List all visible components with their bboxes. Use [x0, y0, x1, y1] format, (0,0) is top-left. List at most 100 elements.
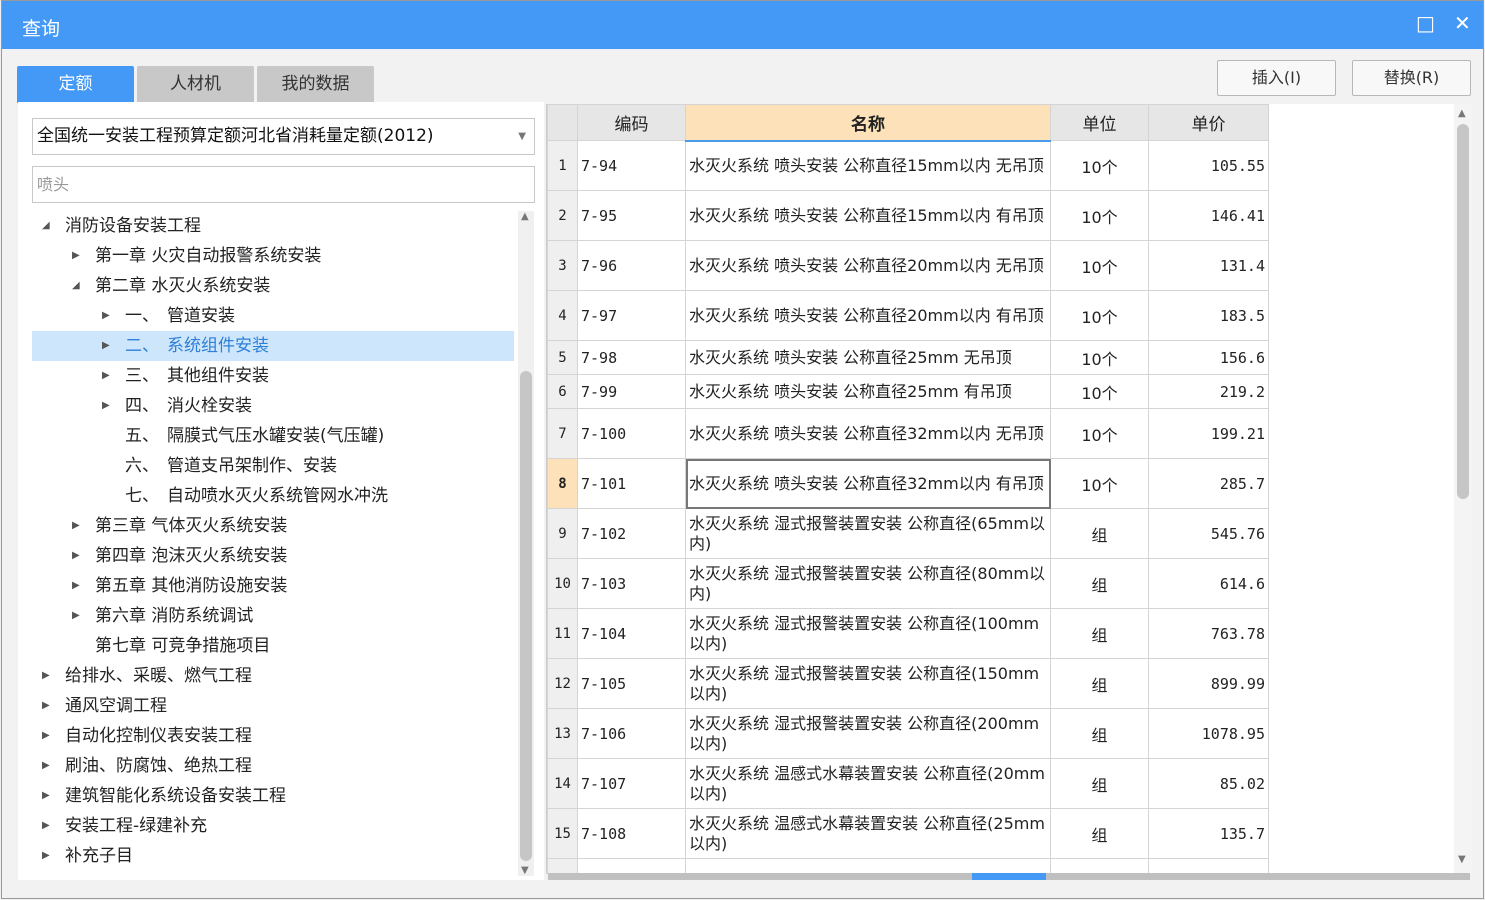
expand-arrow-icon[interactable]: ▶: [42, 751, 50, 781]
table-row[interactable]: 1 7-94 水灭火系统 喷头安装 公称直径15mm以内 无吊顶 10个 105.55: [547, 140, 1269, 191]
close-icon[interactable]: ✕: [1454, 11, 1471, 35]
row-number[interactable]: 4: [547, 290, 578, 341]
scroll-down-icon[interactable]: ▼: [521, 865, 529, 876]
cell-unit[interactable]: 组: [1050, 758, 1149, 809]
expand-arrow-icon[interactable]: ▶: [42, 691, 50, 721]
table-row[interactable]: 7 7-100 水灭火系统 喷头安装 公称直径32mm以内 无吊顶 10个 199.21: [547, 408, 1269, 459]
table-row[interactable]: 3 7-96 水灭火系统 喷头安装 公称直径20mm以内 无吊顶 10个 131.4: [547, 240, 1269, 291]
table-row[interactable]: 12 7-105 水灭火系统 湿式报警装置安装 公称直径(150mm以内) 组 899.…: [547, 658, 1269, 709]
cell-code[interactable]: 7-101: [577, 458, 686, 509]
tab-my-data[interactable]: 我的数据: [257, 66, 374, 103]
table-row[interactable]: 11 7-104 水灭火系统 湿式报警装置安装 公称直径(100mm以内) 组 763.…: [547, 608, 1269, 659]
table-row[interactable]: 水灭火系统 温感式水幕装置安装 公称直径组: [547, 858, 1269, 874]
tree-node[interactable]: ▶ 自动化控制仪表安装工程: [32, 721, 514, 751]
scroll-up-icon[interactable]: ▲: [521, 211, 529, 222]
tree-node[interactable]: ▶ 刷油、防腐蚀、绝热工程: [32, 751, 514, 781]
cell-unit[interactable]: 10个: [1050, 374, 1149, 409]
tree-node[interactable]: ▶ 三、 其他组件安装: [32, 361, 514, 391]
tree-node[interactable]: ▶ 二、 系统组件安装: [32, 331, 514, 361]
cell-code[interactable]: 7-104: [577, 608, 686, 659]
cell-code[interactable]: 7-97: [577, 290, 686, 341]
row-number[interactable]: 9: [547, 508, 578, 559]
cell-code[interactable]: 7-106: [577, 708, 686, 759]
cell-name[interactable]: 水灭火系统 喷头安装 公称直径15mm以内 有吊顶: [685, 190, 1051, 241]
cell-price[interactable]: 183.5: [1148, 290, 1269, 341]
cell-code[interactable]: 7-107: [577, 758, 686, 809]
row-number[interactable]: 8: [547, 458, 578, 509]
cell-name[interactable]: 水灭火系统 湿式报警装置安装 公称直径(200mm以内): [685, 708, 1051, 759]
cell-price[interactable]: 899.99: [1148, 658, 1269, 709]
tree-node[interactable]: 七、 自动喷水灭火系统管网水冲洗: [32, 481, 514, 511]
tree-node[interactable]: ▶ 第六章 消防系统调试: [32, 601, 514, 631]
expand-arrow-icon[interactable]: ▶: [42, 811, 50, 841]
row-number[interactable]: 1: [547, 140, 578, 191]
row-number[interactable]: 7: [547, 408, 578, 459]
tree-node[interactable]: ▶ 四、 消火栓安装: [32, 391, 514, 421]
expand-arrow-icon[interactable]: ▶: [102, 301, 110, 331]
cell-unit[interactable]: 组: [1050, 558, 1149, 609]
col-price[interactable]: 单价: [1148, 104, 1269, 141]
cell-unit[interactable]: 10个: [1050, 458, 1149, 509]
tree-node[interactable]: ▶ 安装工程-绿建补充: [32, 811, 514, 841]
cell-code[interactable]: 7-108: [577, 808, 686, 859]
cell-name[interactable]: 水灭火系统 温感式水幕装置安装 公称直径(25mm以内): [685, 808, 1051, 859]
cell-unit[interactable]: 10个: [1050, 290, 1149, 341]
scroll-up-icon[interactable]: ▲: [1458, 108, 1466, 119]
tree-scrollbar[interactable]: ▲ ▼: [518, 211, 534, 876]
row-number[interactable]: 11: [547, 608, 578, 659]
cell-price[interactable]: 135.7: [1148, 808, 1269, 859]
cell-code[interactable]: 7-105: [577, 658, 686, 709]
table-row[interactable]: 15 7-108 水灭火系统 温感式水幕装置安装 公称直径(25mm以内) 组 135.…: [547, 808, 1269, 859]
tree-node[interactable]: ▶ 第一章 火灾自动报警系统安装: [32, 241, 514, 271]
table-row[interactable]: 6 7-99 水灭火系统 喷头安装 公称直径25mm 有吊顶 10个 219.2: [547, 374, 1269, 409]
collapse-arrow-icon[interactable]: ◢: [72, 271, 80, 301]
table-row[interactable]: 10 7-103 水灭火系统 湿式报警装置安装 公称直径(80mm以内) 组 614.6: [547, 558, 1269, 609]
cell-unit[interactable]: 组: [1050, 858, 1149, 874]
cell-unit[interactable]: 10个: [1050, 240, 1149, 291]
cell-name[interactable]: 水灭火系统 喷头安装 公称直径20mm以内 有吊顶: [685, 290, 1051, 341]
cell-code[interactable]: 7-99: [577, 374, 686, 409]
tree-node[interactable]: ▶ 给排水、采暖、燃气工程: [32, 661, 514, 691]
cell-name[interactable]: 水灭火系统 湿式报警装置安装 公称直径(100mm以内): [685, 608, 1051, 659]
row-number[interactable]: 12: [547, 658, 578, 709]
table-row[interactable]: 13 7-106 水灭火系统 湿式报警装置安装 公称直径(200mm以内) 组 1078…: [547, 708, 1269, 759]
tree-node[interactable]: ▶ 补充子目: [32, 841, 514, 871]
table-row[interactable]: 9 7-102 水灭火系统 湿式报警装置安装 公称直径(65mm以内) 组 545.76: [547, 508, 1269, 559]
cell-price[interactable]: [1148, 858, 1269, 874]
cell-price[interactable]: 199.21: [1148, 408, 1269, 459]
cell-unit[interactable]: 组: [1050, 708, 1149, 759]
row-number[interactable]: 14: [547, 758, 578, 809]
cell-code[interactable]: 7-94: [577, 140, 686, 191]
cell-name[interactable]: 水灭火系统 喷头安装 公称直径20mm以内 无吊顶: [685, 240, 1051, 291]
tree-node[interactable]: 五、 隔膜式气压水罐安装(气压罐): [32, 421, 514, 451]
cell-price[interactable]: 545.76: [1148, 508, 1269, 559]
expand-arrow-icon[interactable]: ▶: [72, 241, 80, 271]
replace-button[interactable]: 替换(R): [1352, 60, 1471, 96]
expand-arrow-icon[interactable]: ▶: [42, 661, 50, 691]
tree-node[interactable]: ▶ 第三章 气体灭火系统安装: [32, 511, 514, 541]
expand-arrow-icon[interactable]: ▶: [42, 781, 50, 811]
cell-name[interactable]: 水灭火系统 喷头安装 公称直径25mm 无吊顶: [685, 340, 1051, 375]
expand-arrow-icon[interactable]: ▶: [102, 391, 110, 421]
table-row[interactable]: 8 7-101 水灭火系统 喷头安装 公称直径32mm以内 有吊顶 10个 285.7: [547, 458, 1269, 509]
cell-price[interactable]: 131.4: [1148, 240, 1269, 291]
table-row[interactable]: 2 7-95 水灭火系统 喷头安装 公称直径15mm以内 有吊顶 10个 146.41: [547, 190, 1269, 241]
col-name[interactable]: 名称: [685, 104, 1051, 142]
cell-unit[interactable]: 10个: [1050, 340, 1149, 375]
expand-arrow-icon[interactable]: ▶: [102, 361, 110, 391]
col-unit[interactable]: 单位: [1050, 104, 1149, 141]
cell-code[interactable]: 7-96: [577, 240, 686, 291]
cell-price[interactable]: 156.6: [1148, 340, 1269, 375]
tab-quota[interactable]: 定额: [17, 66, 134, 103]
row-number[interactable]: 3: [547, 240, 578, 291]
expand-arrow-icon[interactable]: ▶: [72, 541, 80, 571]
cell-unit[interactable]: 10个: [1050, 190, 1149, 241]
cell-unit[interactable]: 组: [1050, 808, 1149, 859]
tree-node[interactable]: ▶ 第五章 其他消防设施安装: [32, 571, 514, 601]
tree-node[interactable]: ▶ 通风空调工程: [32, 691, 514, 721]
cell-name[interactable]: 水灭火系统 喷头安装 公称直径25mm 有吊顶: [685, 374, 1051, 409]
cell-name[interactable]: 水灭火系统 湿式报警装置安装 公称直径(150mm以内): [685, 658, 1051, 709]
cell-code[interactable]: 7-100: [577, 408, 686, 459]
expand-arrow-icon[interactable]: ▶: [42, 841, 50, 871]
row-number[interactable]: 13: [547, 708, 578, 759]
